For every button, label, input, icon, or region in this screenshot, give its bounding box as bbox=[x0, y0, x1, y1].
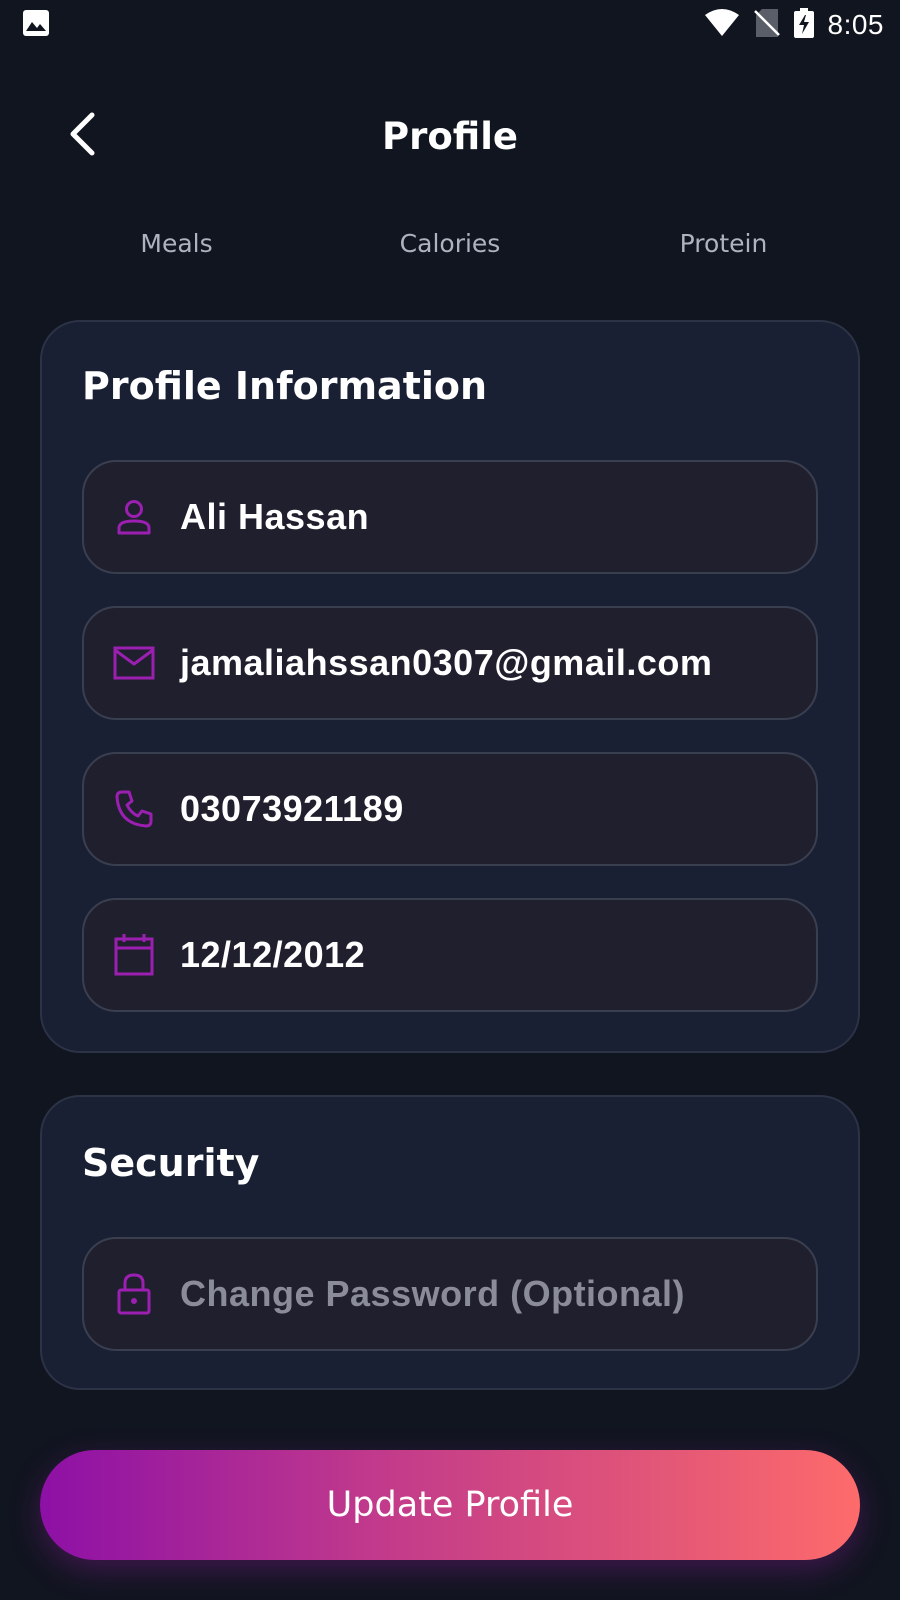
profile-information-title: Profile Information bbox=[82, 364, 488, 408]
email-field[interactable]: jamaliahssan0307@gmail.com bbox=[82, 606, 818, 720]
profile-screen: 8:05 Profile Meals Calories Protein Prof… bbox=[0, 0, 900, 1600]
security-title: Security bbox=[82, 1141, 260, 1185]
date-of-birth-field[interactable]: 12/12/2012 bbox=[82, 898, 818, 1012]
header: Profile bbox=[0, 100, 900, 172]
tab-protein[interactable]: Protein bbox=[587, 222, 860, 266]
back-button[interactable] bbox=[56, 110, 108, 162]
name-field[interactable]: Ali Hassan bbox=[82, 460, 818, 574]
phone-value: 03073921189 bbox=[180, 788, 404, 829]
email-value: jamaliahssan0307@gmail.com bbox=[180, 642, 713, 683]
person-icon bbox=[110, 493, 158, 541]
tab-meals[interactable]: Meals bbox=[40, 222, 313, 266]
tab-bar: Meals Calories Protein bbox=[40, 222, 860, 266]
profile-information-card: Profile Information Ali Hassan jamaliahs… bbox=[40, 320, 860, 1053]
calendar-icon bbox=[110, 931, 158, 979]
mail-icon bbox=[110, 639, 158, 687]
image-icon bbox=[22, 9, 50, 41]
update-profile-label: Update Profile bbox=[326, 1485, 574, 1525]
phone-icon bbox=[110, 785, 158, 833]
lock-icon bbox=[110, 1270, 158, 1318]
change-password-placeholder: Change Password (Optional) bbox=[180, 1273, 686, 1314]
update-profile-button[interactable]: Update Profile bbox=[40, 1450, 860, 1560]
phone-field[interactable]: 03073921189 bbox=[82, 752, 818, 866]
status-time: 8:05 bbox=[827, 9, 884, 40]
battery-charging-icon bbox=[793, 8, 814, 42]
name-value: Ali Hassan bbox=[180, 496, 370, 537]
security-card: Security Change Password (Optional) bbox=[40, 1095, 860, 1390]
no-sim-icon bbox=[753, 8, 780, 42]
chevron-left-icon bbox=[66, 112, 98, 160]
wifi-icon bbox=[704, 9, 740, 41]
tab-calories[interactable]: Calories bbox=[314, 222, 587, 266]
date-of-birth-value: 12/12/2012 bbox=[180, 934, 366, 975]
page-title: Profile bbox=[382, 114, 518, 158]
change-password-field[interactable]: Change Password (Optional) bbox=[82, 1237, 818, 1351]
status-bar: 8:05 bbox=[0, 0, 900, 50]
